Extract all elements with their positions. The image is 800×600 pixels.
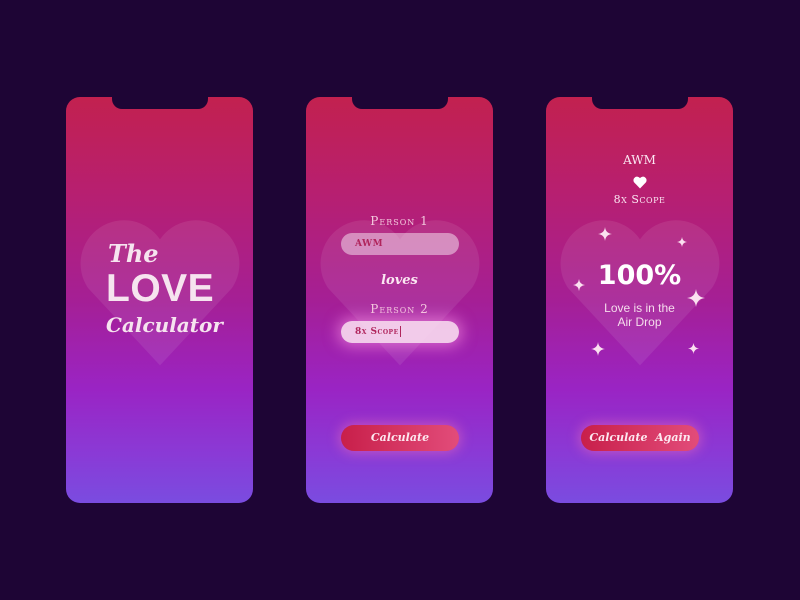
background-heart-icon bbox=[320, 220, 479, 366]
person1-label: Person 1 bbox=[370, 214, 429, 228]
sparkle-icon bbox=[677, 237, 687, 247]
result-message-line1: Love is in the bbox=[604, 301, 675, 315]
splash-screen: The LOVE Calculator bbox=[66, 97, 253, 503]
result-message: Love is in the Air Drop bbox=[546, 301, 733, 329]
sparkle-icon bbox=[688, 343, 699, 354]
text-caret bbox=[399, 326, 401, 337]
person2-input[interactable]: 8x Scope bbox=[341, 321, 459, 343]
sparkle-icon bbox=[591, 342, 605, 356]
person2-label: Person 2 bbox=[370, 302, 429, 316]
sparkle-icon bbox=[598, 227, 612, 241]
title-calculator: Calculator bbox=[106, 313, 223, 337]
loves-connector: loves bbox=[381, 273, 418, 288]
heart-icon bbox=[633, 176, 647, 189]
calculate-again-button[interactable]: Calculate Again bbox=[581, 425, 699, 451]
result-screen: AWM 8x Scope 100% Love is in the Air Dro… bbox=[546, 97, 733, 503]
phone-notch bbox=[591, 97, 688, 109]
person1-input[interactable]: AWM bbox=[341, 233, 459, 255]
phone-notch bbox=[351, 97, 448, 109]
love-percentage: 100% bbox=[597, 260, 682, 291]
calculate-button[interactable]: Calculate bbox=[341, 425, 459, 451]
result-message-line2: Air Drop bbox=[617, 315, 662, 329]
title-love: LOVE bbox=[106, 267, 215, 310]
person1-value: AWM bbox=[355, 239, 384, 249]
result-name2: 8x Scope bbox=[613, 193, 666, 206]
person2-value: 8x Scope bbox=[355, 327, 399, 337]
result-name1: AWM bbox=[623, 153, 656, 167]
title-the: The bbox=[108, 239, 159, 268]
input-screen: Person 1 AWM loves Person 2 8x Scope Cal… bbox=[306, 97, 493, 503]
phone-notch bbox=[111, 97, 208, 109]
